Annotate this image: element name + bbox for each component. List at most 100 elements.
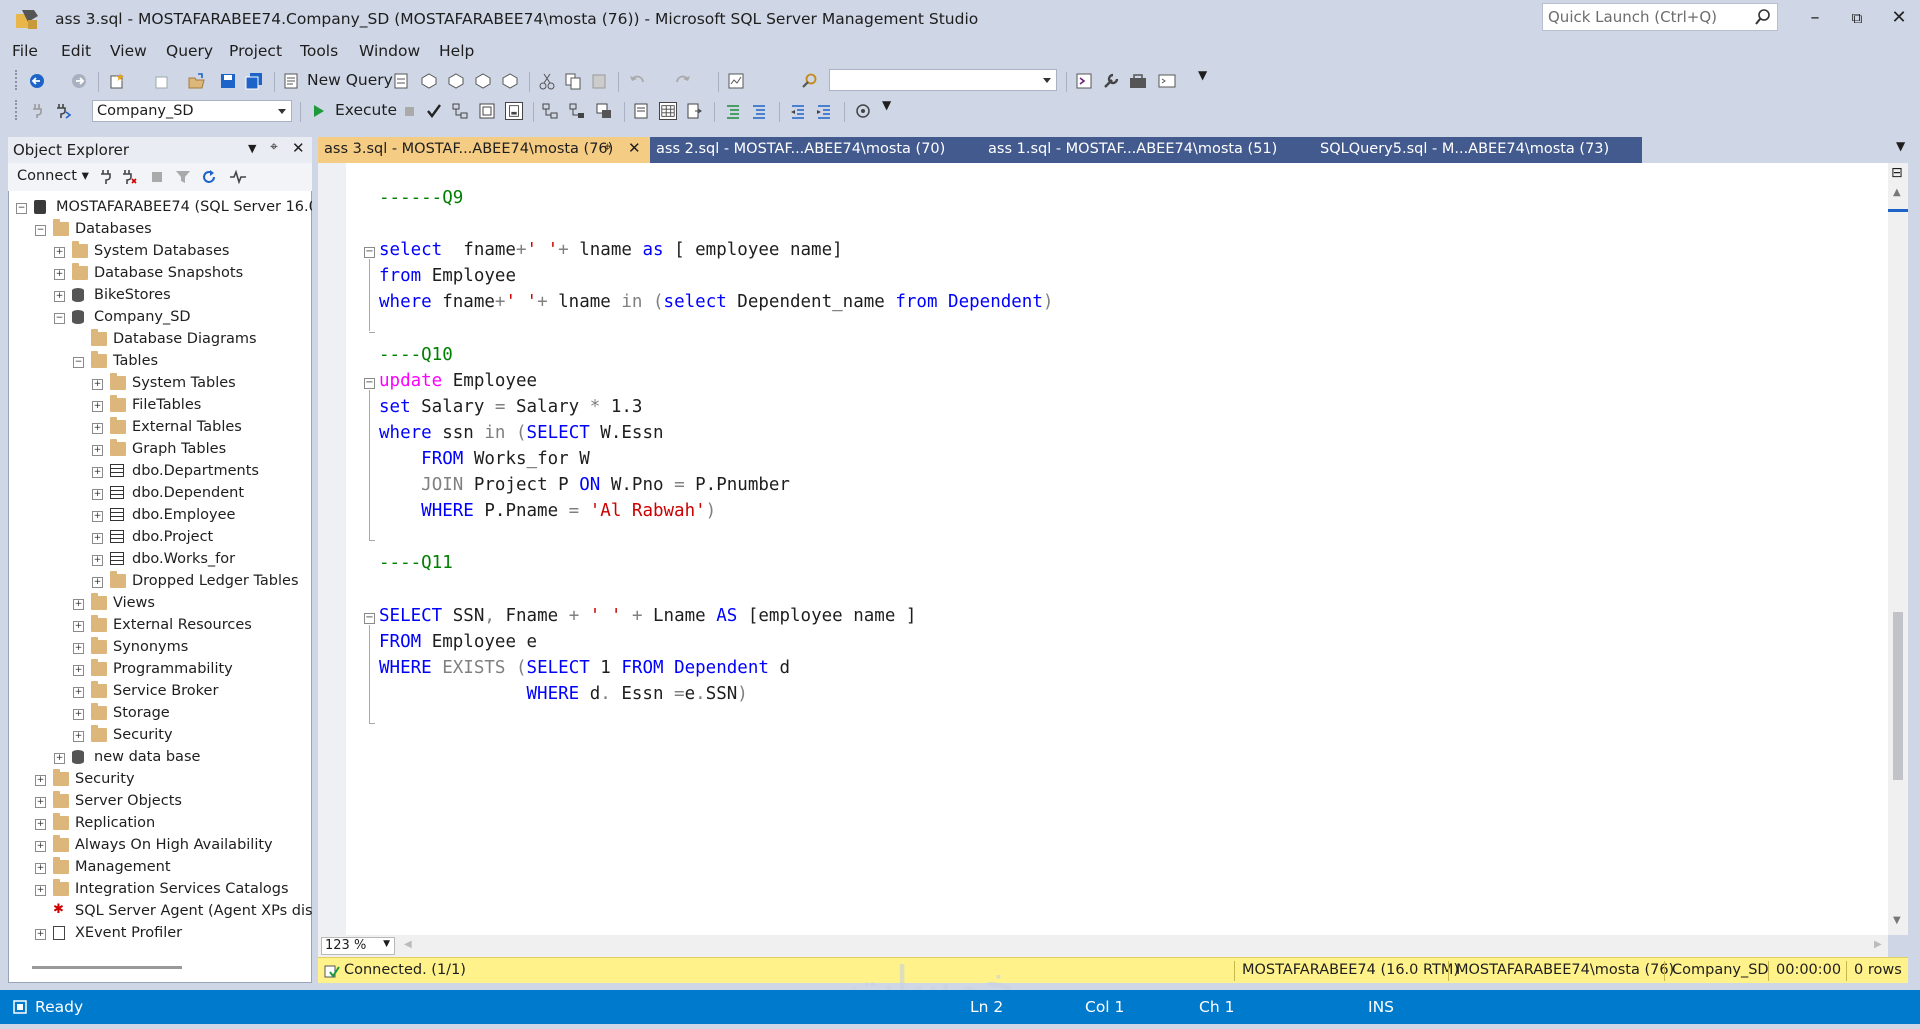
object-explorer-hscroll[interactable] [32,966,182,969]
menu-edit[interactable]: Edit [61,42,91,60]
code-line[interactable]: SELECT SSN, Fname + ' ' + Lname AS [empl… [379,606,916,626]
close-panel-icon[interactable]: ✕ [292,139,305,157]
expand-icon[interactable]: + [73,621,84,632]
results-to-text-icon[interactable] [633,102,651,120]
quick-launch-input[interactable]: Quick Launch (Ctrl+Q) [1542,3,1778,31]
change-connection-icon[interactable] [54,102,72,120]
new-query-icon[interactable] [282,72,300,90]
dax-query-icon[interactable] [501,72,519,90]
activity-monitor-icon[interactable] [727,72,745,90]
toolbar-grip[interactable] [15,100,18,120]
expand-icon[interactable]: + [73,731,84,742]
close-tab-icon[interactable]: ✕ [628,139,641,157]
code-line[interactable]: ------Q9 [379,188,463,208]
stop-icon[interactable] [150,170,164,184]
uncomment-lines-icon[interactable] [750,102,768,120]
find-combo[interactable] [829,69,1057,91]
solution-explorer-icon[interactable] [1075,72,1093,90]
save-icon[interactable] [219,72,237,90]
collapse-region-icon[interactable]: − [364,247,375,259]
expand-icon[interactable]: + [35,863,46,874]
code-line[interactable]: where ssn in (SELECT W.Essn [379,423,664,443]
save-all-icon[interactable] [245,72,263,90]
code-line[interactable]: JOIN Project P ON W.Pno = P.Pnumber [379,475,790,495]
properties-wrench-icon[interactable] [1102,72,1120,90]
toolbox-icon[interactable] [1129,72,1147,90]
menu-help[interactable]: Help [439,42,474,60]
code-line[interactable]: select fname+' '+ lname as [ employee na… [379,240,843,260]
expand-icon[interactable]: + [92,423,103,434]
editor-scroll-thumb[interactable] [1893,612,1903,780]
expand-icon[interactable]: + [35,819,46,830]
expand-icon[interactable]: + [92,511,103,522]
zoom-select[interactable]: 123 % ▼ [321,937,395,955]
expand-icon[interactable]: + [54,269,65,280]
estimated-plan-icon[interactable] [451,102,469,120]
code-line[interactable]: update Employee [379,371,537,391]
new-project-icon[interactable] [108,72,126,90]
collapse-icon[interactable]: − [35,225,46,236]
code-line[interactable]: WHERE P.Pname = 'Al Rabwah') [379,501,716,521]
results-to-file-icon[interactable] [686,102,704,120]
expand-icon[interactable]: + [92,401,103,412]
toolbar-overflow-icon[interactable]: ▼ [882,98,891,112]
connect-plug-icon[interactable] [98,169,114,185]
comment-lines-icon[interactable] [724,102,742,120]
intellisense-icon[interactable] [505,102,523,120]
split-editor-icon[interactable]: ⊟ [1891,165,1903,181]
tab-list-dropdown-icon[interactable]: ▼ [1896,139,1905,153]
expand-icon[interactable]: + [92,533,103,544]
toolbar-overflow-icon[interactable]: ▼ [1198,68,1207,82]
mdx-query-icon[interactable] [420,72,438,90]
expand-icon[interactable]: + [54,247,65,258]
toolbar-grip[interactable] [15,70,18,90]
expand-icon[interactable]: + [73,643,84,654]
refresh-icon[interactable] [200,168,218,186]
expand-icon[interactable]: + [92,379,103,390]
paste-icon[interactable] [590,72,608,90]
expand-icon[interactable]: + [73,687,84,698]
collapse-icon[interactable]: − [54,313,65,324]
scroll-down-icon[interactable]: ▼ [1893,915,1901,926]
menu-project[interactable]: Project [229,42,282,60]
specify-template-values-icon[interactable] [854,102,872,120]
available-databases-select[interactable]: Company_SD [92,100,292,122]
code-line[interactable]: where fname+' '+ lname in (select Depend… [379,292,1053,312]
expand-icon[interactable]: + [92,555,103,566]
cut-icon[interactable] [538,72,556,90]
client-statistics-icon[interactable] [595,102,613,120]
code-line[interactable]: ----Q10 [379,345,453,365]
redo-icon[interactable] [674,72,692,90]
menu-view[interactable]: View [110,42,147,60]
database-engine-query-icon[interactable] [392,72,410,90]
tab-ass2-sql[interactable]: ass 2.sql - MOSTAF...ABEE74\mosta (70) [650,137,970,163]
tab-ass1-sql[interactable]: ass 1.sql - MOSTAF...ABEE74\mosta (51) [970,137,1296,163]
code-line[interactable]: from Employee [379,266,516,286]
find-icon[interactable] [800,72,818,90]
expand-icon[interactable]: + [92,577,103,588]
scroll-left-icon[interactable]: ◀ [404,939,412,950]
pin-icon[interactable]: ⌖ [270,139,278,155]
editor-vertical-scrollbar[interactable]: ⊟ ▲ ▼ [1888,163,1908,935]
collapse-icon[interactable]: − [73,357,84,368]
query-editor[interactable] [318,163,1888,935]
scroll-up-icon[interactable]: ▲ [1893,187,1901,198]
collapse-icon[interactable]: − [16,203,27,214]
new-query-button[interactable]: New Query [307,71,393,89]
execute-button[interactable]: Execute [335,101,397,119]
tab-sqlquery5-sql[interactable]: SQLQuery5.sql - M...ABEE74\mosta (73) [1296,137,1642,163]
add-item-icon[interactable] [153,72,171,90]
copy-icon[interactable] [564,72,582,90]
dmx-query-icon[interactable] [447,72,465,90]
menu-query[interactable]: Query [166,42,213,60]
collapse-region-icon[interactable]: − [364,612,375,624]
activity-monitor-icon[interactable] [229,169,247,185]
expand-icon[interactable]: + [92,467,103,478]
menu-file[interactable]: File [12,42,38,60]
results-to-grid-icon[interactable] [659,102,677,120]
open-file-icon[interactable] [188,72,206,90]
filter-icon[interactable] [175,169,191,185]
xmla-query-icon[interactable] [474,72,492,90]
minimize-button[interactable]: – [1802,6,1828,30]
expand-icon[interactable]: + [35,885,46,896]
